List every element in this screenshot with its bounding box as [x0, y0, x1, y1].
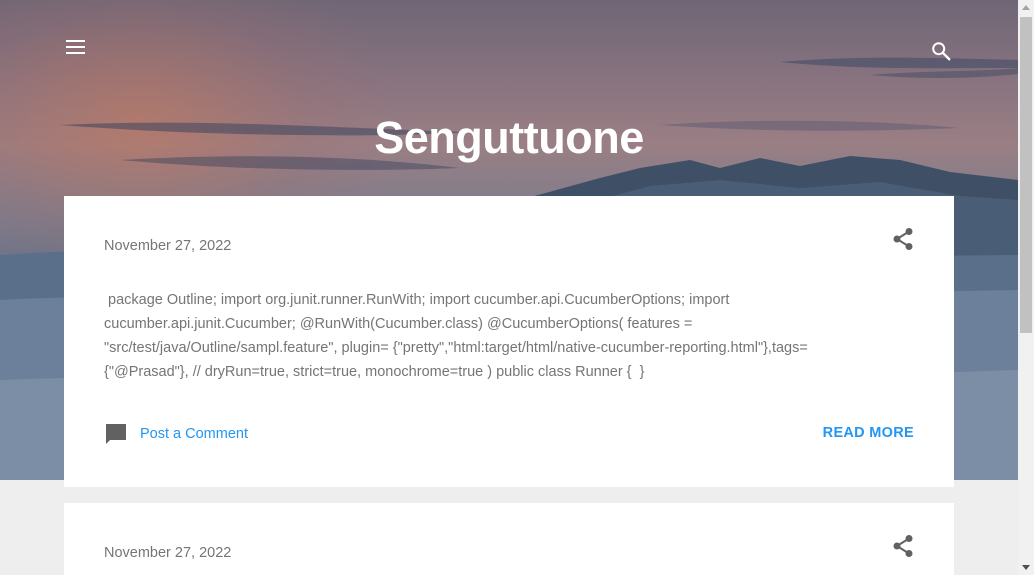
- scroll-down-arrow-icon[interactable]: [1022, 565, 1030, 570]
- scrollbar-thumb[interactable]: [1020, 17, 1032, 333]
- post-comment-link[interactable]: Post a Comment: [104, 422, 248, 446]
- post-date[interactable]: November 27, 2022: [104, 238, 231, 254]
- share-icon[interactable]: [892, 227, 914, 251]
- vertical-scrollbar[interactable]: [1018, 0, 1034, 575]
- blog-header: Senguttuone: [0, 0, 1018, 196]
- post-comment-label[interactable]: Post a Comment: [140, 426, 248, 442]
- share-icon[interactable]: [892, 534, 914, 558]
- post-snippet: package Outline; import org.junit.runner…: [104, 292, 808, 380]
- post-card: November 27, 2022: [64, 503, 954, 575]
- read-more-button[interactable]: READ MORE: [823, 425, 914, 441]
- post-date[interactable]: November 27, 2022: [104, 545, 231, 561]
- search-icon[interactable]: [930, 40, 952, 62]
- blog-title[interactable]: Senguttuone: [0, 112, 1018, 164]
- comment-icon: [106, 424, 126, 444]
- hamburger-menu-icon[interactable]: [66, 40, 86, 56]
- post-card: November 27, 2022 package Outline; impor…: [64, 196, 954, 487]
- scroll-up-arrow-icon[interactable]: [1022, 5, 1030, 10]
